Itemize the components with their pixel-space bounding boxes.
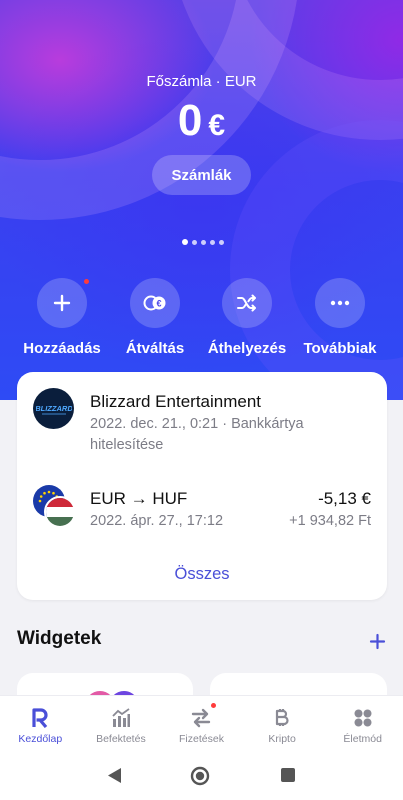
balance-currency: € [208,109,226,142]
action-label: Átváltás [125,340,185,357]
plus-icon [53,294,71,312]
transaction-amount: -5,13 € [318,489,371,508]
widgets-title: Widgetek [17,628,102,649]
more-icon [330,300,350,306]
tab-payments[interactable]: Fizetések [161,696,242,753]
transaction-subtitle: 2022. ápr. 27., 17:12 [90,513,224,529]
transaction-subtitle: 2022. dec. 21., 0:21 · Bankkártya hitele… [90,416,304,453]
page-dot [219,239,224,245]
balance-amount: 0 [177,96,203,145]
tab-label: Életmód [343,733,382,745]
move-button[interactable] [222,278,272,328]
page-dot [192,239,197,245]
exchange-button[interactable]: € [130,278,180,328]
page-dot [182,239,188,245]
blizzard-logo: BLIZZARD [33,388,74,429]
tab-invest[interactable]: Befektetés [81,696,162,753]
hero-header: Főszámla · EUR 0 € Számlák Hozzáadás € Át… [0,0,403,400]
transactions-card: BLIZZARD Blizzard Entertainment 2022. de… [17,372,387,600]
svg-text:€: € [156,299,161,309]
add-widget-icon[interactable] [369,633,386,650]
tab-label: Kezdőlap [18,733,63,745]
four-dots-icon [354,709,372,727]
action-move[interactable]: Áthelyezés [197,278,297,357]
chart-bars-icon [112,708,130,727]
notification-dot [211,703,217,708]
eur-huf-flags-icon [33,485,77,529]
action-more[interactable]: Továbbiak [290,278,390,357]
blizzard-logo-mark: BLIZZARD [36,404,72,414]
page-dot [201,239,206,245]
notification-dot [84,279,89,284]
revolut-r-icon [32,708,48,728]
tab-crypto[interactable]: Kripto [242,696,323,753]
bottom-tab-bar: Kezdőlap Befektetés Fizetések Kripto Éle… [0,695,403,753]
back-icon[interactable] [106,767,122,784]
page-dot [210,239,215,245]
tab-label: Fizetések [179,733,224,745]
action-exchange[interactable]: € Átváltás [105,278,205,357]
transaction-title: EUR → HUF [90,489,188,508]
transfer-arrows-icon [192,708,211,728]
transaction-title: Blizzard Entertainment [90,392,262,411]
see-all-link[interactable]: Összes [17,565,387,584]
page-indicator [182,239,224,245]
tab-lifestyle[interactable]: Életmód [322,696,403,753]
transaction-amount-secondary: +1 934,82 Ft [289,513,371,529]
hungary-flag-icon [44,496,76,528]
exchange-icon: € [143,295,166,311]
accounts-button[interactable]: Számlák [152,155,251,195]
more-button[interactable] [315,278,365,328]
add-button[interactable] [37,278,89,328]
system-nav-bar [0,753,403,800]
action-add[interactable]: Hozzáadás [12,278,112,357]
tab-home[interactable]: Kezdőlap [0,696,81,753]
recent-apps-icon[interactable] [281,768,295,782]
action-label: Hozzáadás [23,340,101,357]
blizzard-logo-text: BLIZZARD [36,404,72,413]
bitcoin-icon [275,709,289,726]
tab-label: Kripto [268,733,296,745]
balance: 0 € [0,96,403,146]
tab-label: Befektetés [96,733,146,745]
background-swirl [230,120,403,400]
home-icon[interactable] [190,766,210,786]
shuffle-icon [237,294,256,312]
account-label[interactable]: Főszámla · EUR [0,73,403,90]
action-label: Áthelyezés [207,340,287,357]
action-label: Továbbiak [303,340,377,357]
